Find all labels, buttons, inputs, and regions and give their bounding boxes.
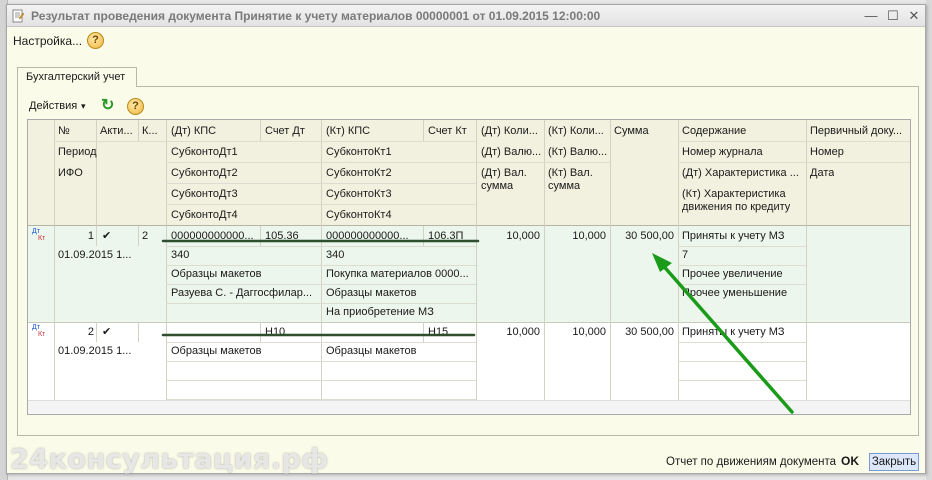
header-kt-subconto-4[interactable]: СубконтоКт4 [326, 209, 392, 222]
row-dt-subconto-1: 340 [171, 249, 190, 261]
site-watermark: 24консультация.рф [10, 444, 329, 475]
header-kt-subconto-3[interactable]: СубконтоКт3 [326, 188, 392, 201]
row-kt-quantity: 10,000 [572, 230, 606, 242]
row-dt-quantity: 10,000 [506, 326, 540, 338]
header-dt-subconto-3[interactable]: СубконтоДт3 [171, 188, 238, 201]
header-kt-quantity[interactable]: (Кт) Коли... [548, 125, 604, 138]
row-content: Приняты к учету МЗ [682, 326, 785, 338]
minimize-button[interactable]: — [863, 8, 879, 24]
header-kt-currency-sum[interactable]: (Кт) Вал. [548, 167, 593, 180]
row-dt-subconto-2: Образцы макетов [171, 268, 262, 280]
ok-button[interactable]: OK [841, 454, 859, 468]
header-dt-currency-sum[interactable]: (Дт) Вал. [481, 167, 527, 180]
header-dt-subconto-4[interactable]: СубконтоДт4 [171, 209, 238, 222]
header-kt-characteristic[interactable]: (Кт) Характеристика [682, 188, 786, 201]
row-dt-account: Н10 [265, 326, 286, 338]
horizontal-scrollbar[interactable] [28, 400, 910, 414]
header-kt-subconto-1[interactable]: СубконтоКт1 [326, 146, 392, 159]
row-kt-kps: 000000000000... [326, 230, 409, 242]
header-dt-subconto-1[interactable]: СубконтоДт1 [171, 146, 238, 159]
debit-credit-icon: Дт [32, 228, 40, 235]
header-sum[interactable]: Сумма [614, 125, 649, 138]
header-period[interactable]: Период [58, 146, 97, 159]
menu-bar: Настройка... ? [7, 29, 925, 53]
actions-menu-button[interactable]: Действия [29, 100, 77, 113]
active-checkmark-icon: ✔ [102, 326, 112, 338]
posting-result-window: Результат проведения документа Принятие … [6, 4, 926, 474]
close-button[interactable]: Закрыть [869, 453, 919, 471]
header-number[interactable]: № [58, 125, 70, 138]
row-kt-characteristic: Прочее уменьшение [682, 287, 788, 299]
window-title: Результат проведения документа Принятие … [31, 9, 601, 23]
header-k[interactable]: К... [142, 125, 158, 138]
header-dt-characteristic[interactable]: (Дт) Характеристика ... [682, 167, 804, 180]
header-journal-number[interactable]: Номер журнала [682, 146, 763, 159]
row-kt-subconto-1: Образцы макетов [326, 345, 417, 357]
row-dt-subconto-1: Образцы макетов [171, 345, 262, 357]
document-icon [12, 9, 25, 23]
row-kt-subconto-1: 340 [326, 249, 345, 261]
settings-menu[interactable]: Настройка... [13, 34, 82, 48]
row-dt-characteristic: Прочее увеличение [682, 268, 783, 280]
row-dt-subconto-3: Разуева С. - Даггосфилар... [171, 287, 313, 299]
postings-table[interactable]: № Акти... К... Период ИФО (Дт) КПС Счет … [27, 119, 911, 415]
row-kt-account: 106.3П [428, 230, 464, 242]
header-dt-currency[interactable]: (Дт) Валю... [481, 146, 541, 159]
row-number: 1 [87, 230, 94, 242]
header-doc-number[interactable]: Номер [810, 146, 844, 159]
header-dt-quantity[interactable]: (Дт) Коли... [481, 125, 538, 138]
title-bar[interactable]: Результат проведения документа Принятие … [7, 5, 925, 27]
row-content: Приняты к учету МЗ [682, 230, 785, 242]
header-active[interactable]: Акти... [100, 125, 133, 138]
row-kt-quantity: 10,000 [572, 326, 606, 338]
background-window-edge-right [926, 0, 932, 480]
header-primary-document[interactable]: Первичный доку... [810, 125, 902, 138]
debit-credit-icon-kt: Кт [38, 331, 46, 338]
row-journal-number: 7 [682, 249, 689, 261]
header-content[interactable]: Содержание [682, 125, 746, 138]
row-k: 2 [142, 230, 149, 242]
header-dt-account[interactable]: Счет Дт [265, 125, 305, 138]
debit-credit-icon-kt: Кт [38, 235, 46, 242]
row-number: 2 [87, 326, 94, 338]
header-kt-kps[interactable]: (Кт) КПС [326, 125, 370, 138]
help-icon[interactable]: ? [87, 32, 104, 49]
maximize-button[interactable]: ☐ [885, 8, 901, 24]
header-kt-account[interactable]: Счет Кт [428, 125, 467, 138]
table-header: № Акти... К... Период ИФО (Дт) КПС Счет … [28, 120, 910, 226]
row-kt-account: Н15 [428, 326, 449, 338]
header-dt-currency-sum-2: сумма [481, 180, 514, 192]
row-sum: 30 500,00 [625, 230, 674, 242]
row-dt-account: 105.36 [265, 230, 299, 242]
header-dt-subconto-2[interactable]: СубконтоДт2 [171, 167, 238, 180]
tab-accounting[interactable]: Бухгалтерский учет [17, 67, 137, 87]
row-sum: 30 500,00 [625, 326, 674, 338]
row-kt-subconto-4: На приобретение МЗ [326, 306, 434, 318]
grid-toolbar: Действия ▾ ↻ ? [23, 97, 323, 117]
header-kt-characteristic-2: движения по кредиту [682, 201, 791, 213]
refresh-icon[interactable]: ↻ [101, 97, 114, 115]
table-row[interactable]: Дт Кт 1 ✔ 2 01.09.2015 1... 000000000000… [28, 226, 910, 322]
header-doc-date[interactable]: Дата [810, 167, 834, 180]
row-dt-quantity: 10,000 [506, 230, 540, 242]
row-period: 01.09.2015 1... [58, 249, 132, 261]
help-icon-toolbar[interactable]: ? [127, 98, 144, 115]
movements-report-link[interactable]: Отчет по движениям документа [666, 456, 836, 468]
row-kt-subconto-3: Образцы макетов [326, 287, 417, 299]
header-kt-currency-sum-2: сумма [548, 180, 581, 192]
close-window-button[interactable]: ✕ [906, 8, 922, 24]
row-dt-kps: 000000000000... [171, 230, 254, 242]
active-checkmark-icon: ✔ [102, 230, 112, 242]
header-dt-kps[interactable]: (Дт) КПС [171, 125, 216, 138]
header-ifo[interactable]: ИФО [58, 167, 83, 180]
debit-credit-icon: Дт [32, 324, 40, 331]
row-kt-subconto-2: Покупка материалов 0000... [326, 268, 469, 280]
row-period: 01.09.2015 1... [58, 345, 132, 357]
header-kt-currency[interactable]: (Кт) Валю... [548, 146, 607, 159]
chevron-down-icon[interactable]: ▾ [81, 100, 86, 113]
header-kt-subconto-2[interactable]: СубконтоКт2 [326, 167, 392, 180]
